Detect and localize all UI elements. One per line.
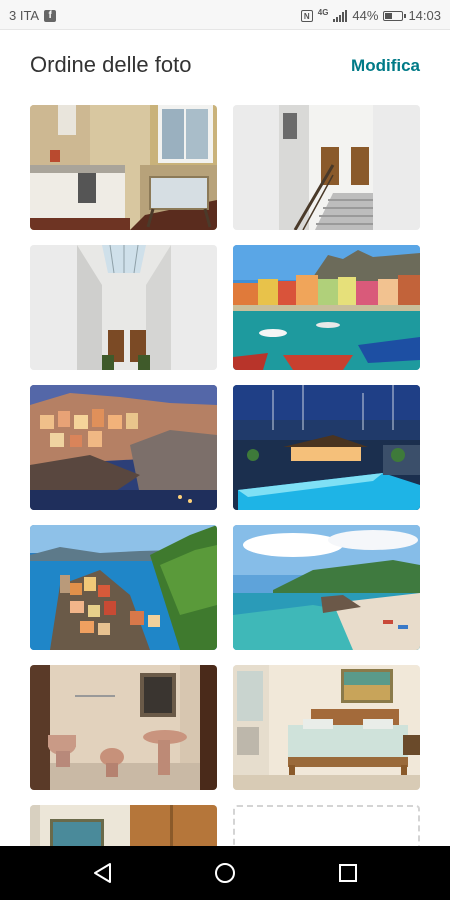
photo-tile-cliff-village[interactable] — [30, 385, 217, 510]
back-button[interactable] — [83, 853, 123, 893]
home-button[interactable] — [205, 853, 245, 893]
photo-tile-bedroom[interactable] — [233, 665, 420, 790]
photo-tile-stairs[interactable] — [233, 105, 420, 230]
photo-tile-beach[interactable] — [233, 525, 420, 650]
kitchen-photo — [30, 105, 217, 230]
beach-photo — [233, 525, 420, 650]
harbor-photo — [233, 245, 420, 370]
recents-button[interactable] — [328, 853, 368, 893]
add-photo-tile[interactable]: + — [233, 805, 420, 846]
photo-tile-bathroom[interactable] — [30, 665, 217, 790]
recents-icon — [338, 864, 357, 882]
bedroom-photo — [233, 665, 420, 790]
coastal-village-photo — [30, 525, 217, 650]
room-photo — [30, 805, 217, 846]
stairs-photo — [233, 105, 420, 230]
photo-tile-marina[interactable] — [233, 385, 420, 510]
photo-tile-harbor[interactable] — [233, 245, 420, 370]
cliff-village-photo — [30, 385, 217, 510]
photo-tile-coastal-village[interactable] — [30, 525, 217, 650]
photo-tile-room[interactable] — [30, 805, 217, 846]
photo-tile-kitchen[interactable] — [30, 105, 217, 230]
home-icon — [215, 863, 235, 883]
navigation-bar — [0, 846, 450, 900]
photo-tile-skylight[interactable] — [30, 245, 217, 370]
marina-photo — [233, 385, 420, 510]
bathroom-photo — [30, 665, 217, 790]
skylight-photo — [30, 245, 217, 370]
photo-grid: + — [0, 0, 450, 846]
back-icon — [93, 863, 111, 883]
